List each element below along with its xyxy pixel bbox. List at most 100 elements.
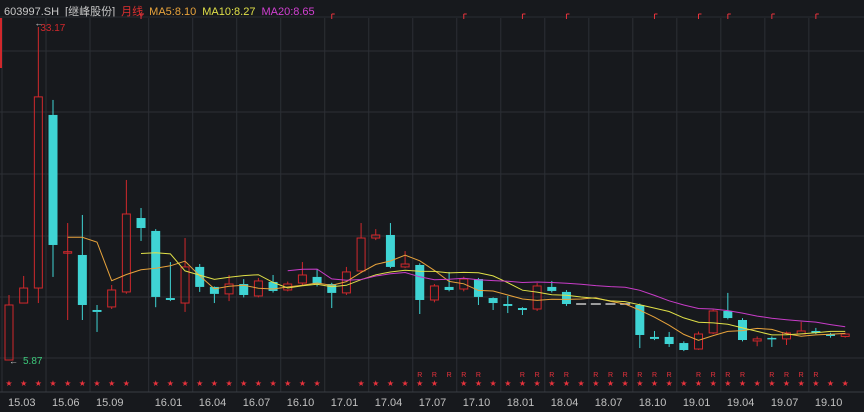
r-marker: R bbox=[432, 372, 437, 379]
candle-body-up bbox=[4, 304, 14, 361]
star-marker-icon: ★ bbox=[416, 379, 423, 388]
max-price-label: 33.17 bbox=[40, 23, 65, 34]
star-marker-icon: ★ bbox=[93, 379, 100, 388]
candle bbox=[561, 290, 571, 306]
min-arrow-icon: ← bbox=[9, 356, 18, 366]
r-marker: R bbox=[711, 372, 716, 379]
candle-body-up bbox=[121, 213, 131, 293]
candle-body-up bbox=[19, 287, 29, 304]
star-marker-icon: ★ bbox=[739, 379, 746, 388]
candle bbox=[708, 309, 718, 335]
x-tick-label: 17.07 bbox=[419, 397, 447, 409]
candle-body-up bbox=[297, 274, 307, 284]
star-marker-icon: ★ bbox=[152, 379, 159, 388]
star-marker-icon: ★ bbox=[534, 379, 541, 388]
candle-body-up bbox=[224, 283, 234, 295]
star-marker-icon: ★ bbox=[255, 379, 262, 388]
r-marker: R bbox=[799, 372, 804, 379]
x-tick-label: 16.01 bbox=[155, 397, 183, 409]
candle-body-down bbox=[151, 230, 161, 297]
r-marker: R bbox=[725, 372, 730, 379]
star-marker-icon: ★ bbox=[490, 379, 497, 388]
r-marker: R bbox=[667, 372, 672, 379]
candle-body-down bbox=[517, 308, 527, 310]
candle bbox=[297, 262, 307, 286]
star-marker-icon: ★ bbox=[636, 379, 643, 388]
candle bbox=[92, 304, 102, 332]
star-marker-icon: ★ bbox=[783, 379, 790, 388]
candle bbox=[752, 336, 762, 347]
r-marker: R bbox=[637, 372, 642, 379]
x-tick-label: 17.10 bbox=[463, 397, 491, 409]
star-marker-icon: ★ bbox=[402, 379, 409, 388]
candle-body-down bbox=[635, 304, 645, 335]
x-tick-label: 16.07 bbox=[243, 397, 271, 409]
x-tick-label: 19.07 bbox=[771, 397, 799, 409]
star-marker-icon: ★ bbox=[460, 379, 467, 388]
candle bbox=[4, 294, 14, 361]
star-marker-icon: ★ bbox=[622, 379, 629, 388]
x-tick-label: 19.01 bbox=[683, 397, 711, 409]
r-marker: R bbox=[447, 372, 452, 379]
star-marker-icon: ★ bbox=[607, 379, 614, 388]
r-marker: R bbox=[520, 372, 525, 379]
star-marker-icon: ★ bbox=[387, 379, 394, 388]
candle-body-down bbox=[195, 266, 205, 287]
star-marker-icon: ★ bbox=[20, 379, 27, 388]
candle bbox=[664, 331, 674, 347]
candlestick-chart[interactable]: 33.17←5.87←★ ★ ★ ★ ★ ★ ★ ★ ★ ★ ★ ★ ★ ★ ★ ★ ★ ★ ★ ★ ★ ★ ★ ★ ★ ★ ★ ★ ★… bbox=[0, 0, 864, 412]
candle bbox=[33, 27, 43, 304]
r-marker: R bbox=[593, 372, 598, 379]
r-marker: R bbox=[769, 372, 774, 379]
candle bbox=[371, 229, 381, 241]
star-marker-icon: ★ bbox=[563, 379, 570, 388]
max-arrow-icon: ← bbox=[34, 18, 43, 28]
star-marker-icon: ★ bbox=[812, 379, 819, 388]
candle bbox=[77, 214, 87, 320]
left-red-marker bbox=[0, 18, 2, 68]
candle-body-up bbox=[33, 96, 43, 289]
candle bbox=[473, 277, 483, 305]
r-marker: R bbox=[564, 372, 569, 379]
star-marker-icon: ★ bbox=[167, 379, 174, 388]
candle bbox=[488, 297, 498, 310]
min-price-label: 5.87 bbox=[23, 356, 43, 367]
x-tick-label: 15.03 bbox=[8, 397, 36, 409]
candle bbox=[341, 266, 351, 295]
candle-body-down bbox=[92, 309, 102, 312]
star-marker-icon: ★ bbox=[35, 379, 42, 388]
candle-body-up bbox=[356, 237, 366, 272]
candle bbox=[121, 179, 131, 294]
r-marker: R bbox=[696, 372, 701, 379]
r-marker: R bbox=[476, 372, 481, 379]
star-marker-icon: ★ bbox=[768, 379, 775, 388]
star-marker-icon: ★ bbox=[680, 379, 687, 388]
candle-body-down bbox=[77, 254, 87, 305]
star-marker-icon: ★ bbox=[666, 379, 673, 388]
star-marker-icon: ★ bbox=[211, 379, 218, 388]
x-tick-label: 18.01 bbox=[507, 397, 535, 409]
x-tick-label: 19.04 bbox=[727, 397, 755, 409]
x-tick-label: 16.04 bbox=[199, 397, 227, 409]
star-marker-icon: ★ bbox=[79, 379, 86, 388]
candle bbox=[503, 295, 513, 314]
candle-body-down bbox=[503, 304, 513, 306]
x-tick-label: 15.09 bbox=[96, 397, 124, 409]
star-marker-icon: ★ bbox=[108, 379, 115, 388]
candle bbox=[400, 251, 410, 269]
x-tick-label: 18.07 bbox=[595, 397, 623, 409]
star-marker-icon: ★ bbox=[284, 379, 291, 388]
candle-body-down bbox=[48, 114, 58, 245]
candle-body-down bbox=[767, 337, 777, 340]
star-marker-icon: ★ bbox=[313, 379, 320, 388]
candle bbox=[239, 279, 249, 298]
x-tick-label: 19.10 bbox=[815, 397, 843, 409]
star-marker-icon: ★ bbox=[196, 379, 203, 388]
r-marker: R bbox=[608, 372, 613, 379]
candle bbox=[165, 262, 175, 302]
x-tick-label: 18.10 bbox=[639, 397, 667, 409]
r-marker: R bbox=[461, 372, 466, 379]
x-tick-label: 15.06 bbox=[52, 397, 80, 409]
star-marker-icon: ★ bbox=[724, 379, 731, 388]
star-marker-icon: ★ bbox=[64, 379, 71, 388]
